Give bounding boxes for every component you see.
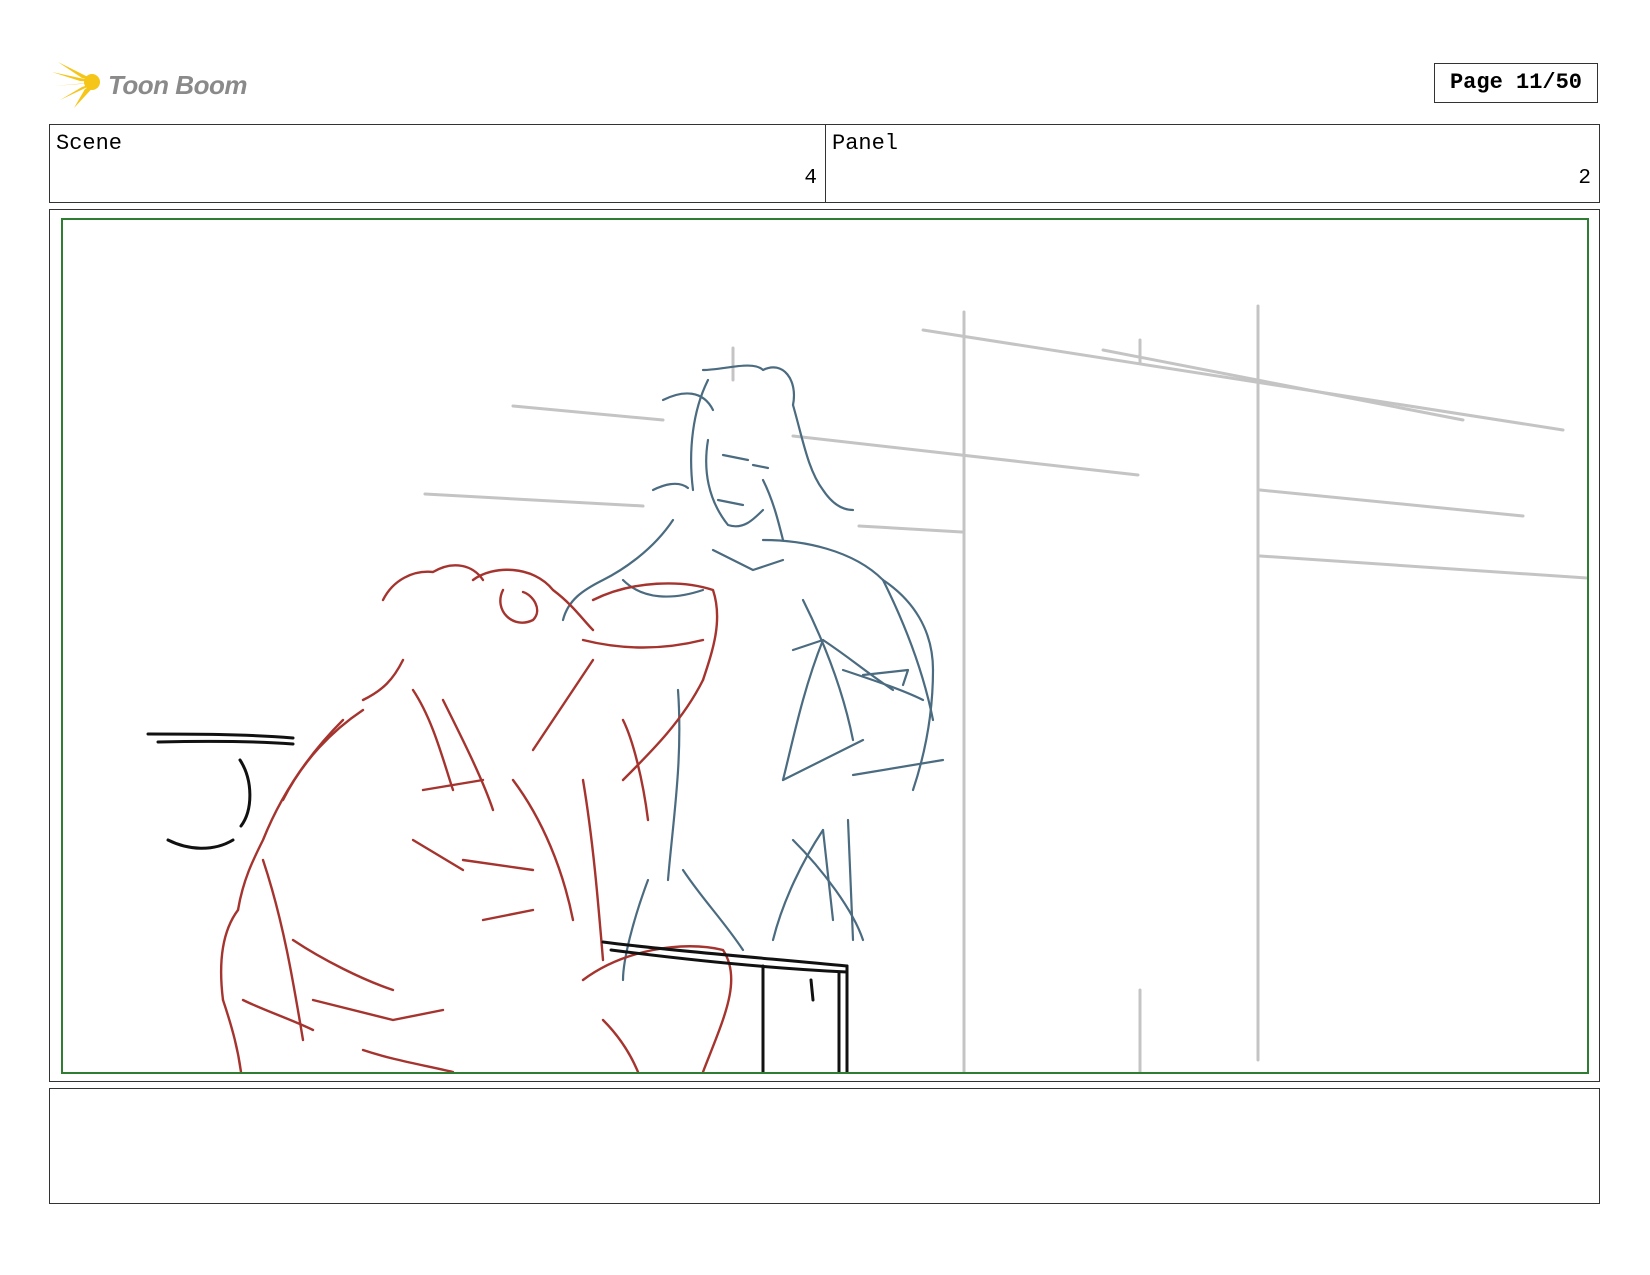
panel-label: Panel <box>832 131 899 156</box>
starburst-logo-icon <box>52 62 100 108</box>
scene-label: Scene <box>56 131 123 156</box>
scene-cell: Scene 4 <box>50 125 826 202</box>
notes-box <box>49 1088 1600 1204</box>
props <box>146 732 849 1072</box>
storyboard-sketch <box>146 304 1587 1072</box>
panel-cell: Panel 2 <box>826 125 1599 202</box>
safe-area-frame <box>61 218 1589 1074</box>
page-indicator: Page 11/50 <box>1434 63 1598 103</box>
standing-figure <box>561 364 945 982</box>
brand-name: Toon Boom <box>108 70 247 100</box>
scene-panel-header: Scene 4 Panel 2 <box>49 124 1600 203</box>
panel-number: 2 <box>1578 167 1591 190</box>
seated-figure <box>220 564 733 1072</box>
toon-boom-logo: Toon Boom <box>52 56 252 112</box>
background-lines <box>423 304 1587 1072</box>
scene-number: 4 <box>804 167 817 190</box>
